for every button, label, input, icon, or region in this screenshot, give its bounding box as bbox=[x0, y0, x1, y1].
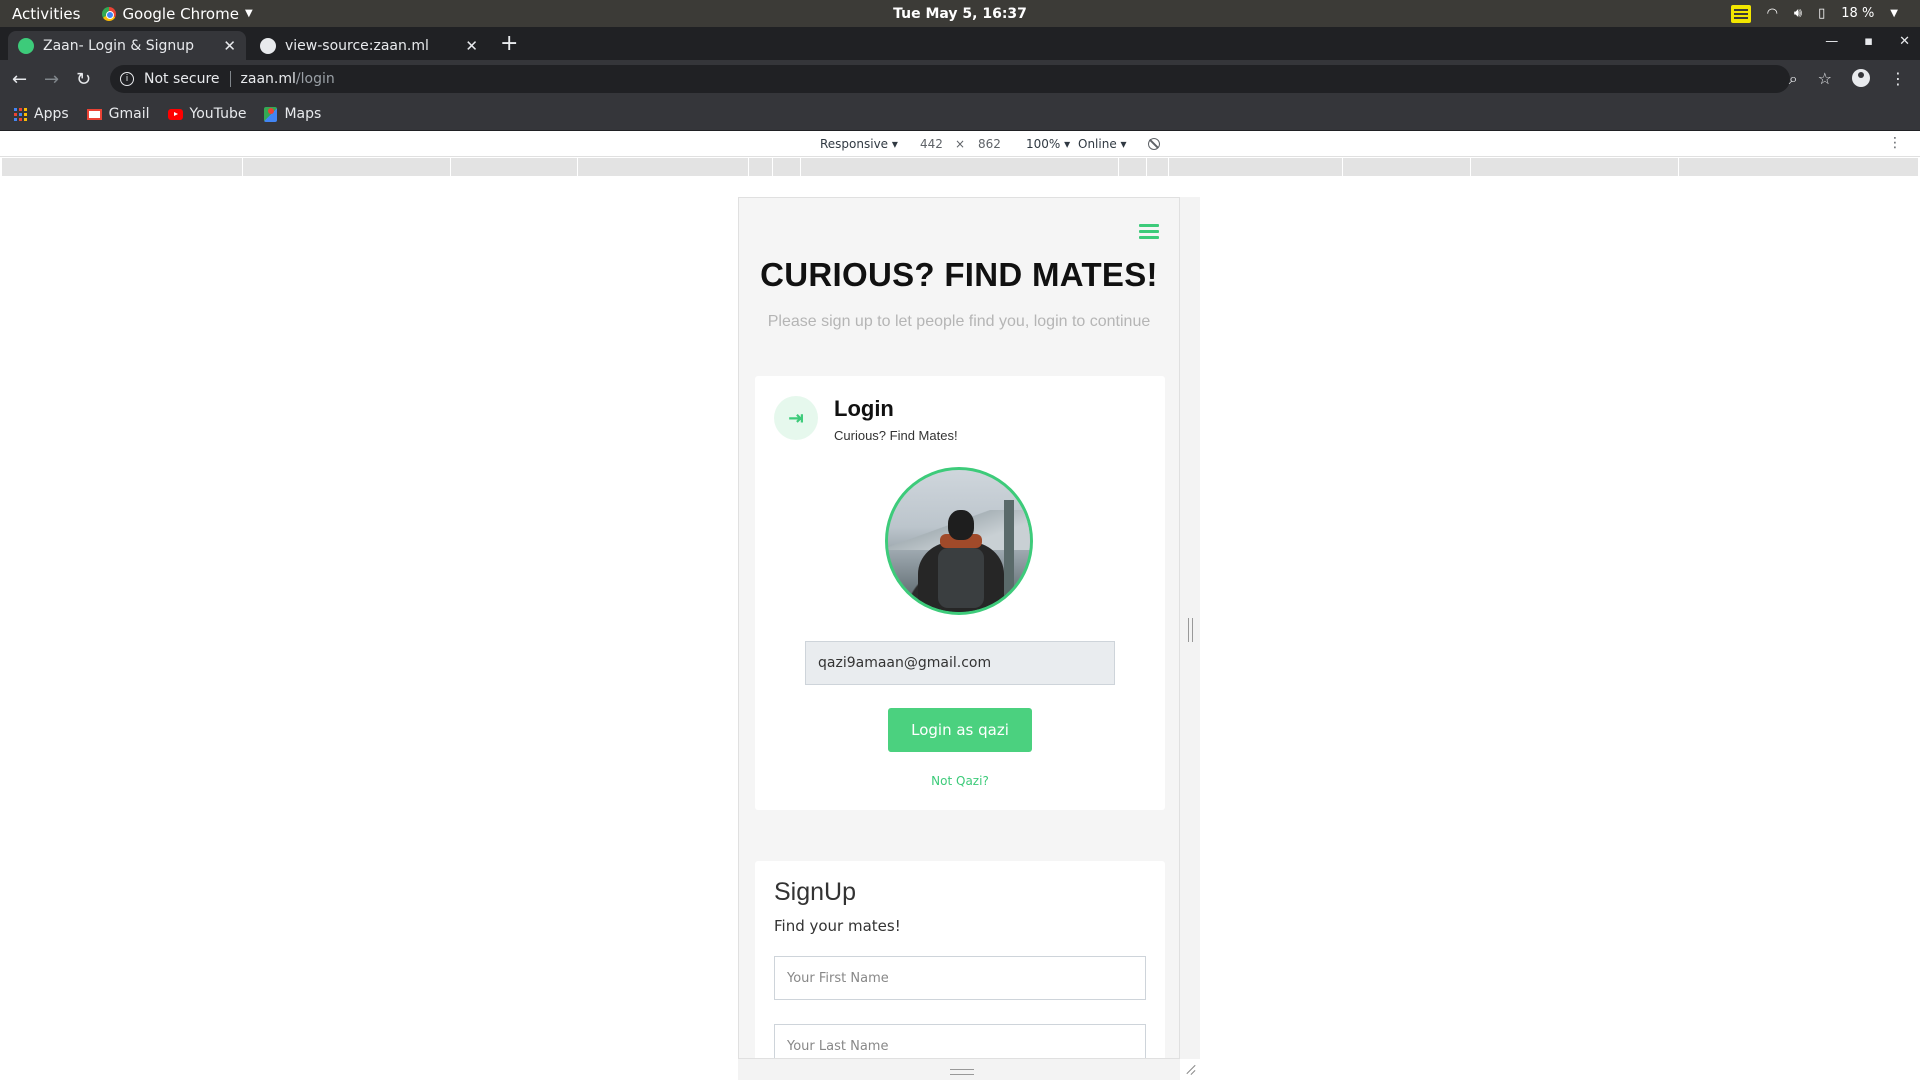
profile-avatar-icon[interactable] bbox=[1852, 69, 1870, 87]
resize-handle-right[interactable] bbox=[1188, 618, 1193, 642]
zoom-select[interactable]: 100% ▾ bbox=[1026, 137, 1070, 151]
emulated-page: CURIOUS? FIND MATES! Please sign up to l… bbox=[738, 197, 1180, 1059]
close-icon[interactable]: ✕ bbox=[223, 37, 236, 55]
login-subtitle: Curious? Find Mates! bbox=[834, 428, 958, 443]
bookmark-apps[interactable]: Apps bbox=[14, 106, 69, 122]
height-input[interactable]: 862 bbox=[978, 137, 1001, 151]
tab-zaan-login[interactable]: Zaan- Login & Signup ✕ bbox=[8, 31, 246, 60]
battery-level: 18 % bbox=[1841, 6, 1875, 21]
resize-handle-bottom[interactable] bbox=[738, 1059, 1180, 1080]
hamburger-menu-icon[interactable] bbox=[1139, 224, 1159, 239]
tab-title: Zaan- Login & Signup bbox=[43, 37, 195, 54]
bookmark-label: Gmail bbox=[108, 106, 150, 122]
bookmark-maps[interactable]: Maps bbox=[264, 106, 321, 122]
minimize-icon[interactable]: — bbox=[1825, 34, 1838, 49]
activities-button[interactable]: Activities bbox=[12, 5, 80, 23]
zoom-icon[interactable]: ⌕ bbox=[1789, 69, 1798, 89]
menu-kebab-icon[interactable]: ⋮ bbox=[1888, 135, 1902, 151]
signup-card: SignUp Find your mates! Your First Name … bbox=[755, 861, 1165, 1058]
app-menu[interactable]: Google Chrome ▼ bbox=[102, 4, 253, 23]
globe-icon bbox=[260, 37, 276, 54]
bookmarks-bar: Apps Gmail YouTube Maps bbox=[0, 98, 1920, 131]
tab-title: view-source:zaan.ml bbox=[285, 37, 429, 54]
email-field[interactable]: qazi9amaan@gmail.com bbox=[805, 641, 1115, 685]
divider bbox=[229, 71, 231, 87]
maps-icon bbox=[264, 106, 278, 122]
bookmark-label: YouTube bbox=[189, 106, 247, 122]
device-toolbar: Responsive ▾ 442 × 862 100% ▾ Online ▾ ⋮ bbox=[0, 131, 1920, 157]
media-query-ruler[interactable] bbox=[2, 158, 1918, 176]
bookmark-label: Apps bbox=[34, 106, 69, 122]
new-tab-button[interactable]: + bbox=[500, 31, 518, 56]
bookmark-youtube[interactable]: YouTube bbox=[167, 106, 247, 122]
chevron-down-icon: ▼ bbox=[244, 8, 253, 19]
login-enter-icon: ⇥ bbox=[774, 396, 818, 440]
login-title: Login bbox=[834, 396, 894, 421]
tab-view-source[interactable]: view-source:zaan.ml ✕ bbox=[250, 31, 488, 60]
forward-arrow-icon[interactable]: → bbox=[44, 69, 59, 90]
security-label: Not secure bbox=[144, 71, 220, 87]
gmail-icon bbox=[86, 108, 102, 120]
volume-icon: 🔊︎ bbox=[1793, 6, 1803, 21]
resize-handle-corner[interactable] bbox=[1184, 1064, 1196, 1076]
url-path: /login bbox=[295, 71, 335, 87]
bookmark-star-icon[interactable]: ☆ bbox=[1818, 69, 1832, 89]
chevron-down-icon: ▼ bbox=[1890, 8, 1898, 19]
signup-title: SignUp bbox=[774, 878, 856, 906]
device-select[interactable]: Responsive ▾ bbox=[820, 137, 898, 151]
zaan-favicon-icon bbox=[18, 37, 34, 54]
browser-toolbar: ← → ↻ i Not secure zaan.ml /login ⌕ ☆ ⋮ bbox=[0, 60, 1920, 98]
address-bar[interactable]: i Not secure zaan.ml /login bbox=[110, 65, 1790, 93]
wifi-icon: ◠ bbox=[1766, 6, 1778, 21]
hero-title: CURIOUS? FIND MATES! bbox=[760, 256, 1158, 293]
battery-icon: ▯ bbox=[1818, 6, 1826, 21]
network-select[interactable]: Online ▾ bbox=[1078, 137, 1127, 151]
clock[interactable]: Tue May 5, 16:37 bbox=[893, 6, 1027, 22]
chrome-icon bbox=[102, 6, 117, 21]
close-icon[interactable]: ✕ bbox=[465, 37, 478, 55]
notes-icon[interactable] bbox=[1730, 4, 1751, 23]
maximize-icon[interactable]: ▪ bbox=[1864, 34, 1873, 49]
profile-photo bbox=[885, 467, 1033, 615]
hero-subtitle: Please sign up to let people find you, l… bbox=[767, 313, 1151, 330]
system-top-bar: Activities Google Chrome ▼ Tue May 5, 16… bbox=[0, 0, 1920, 27]
width-input[interactable]: 442 bbox=[920, 137, 943, 151]
bookmark-label: Maps bbox=[284, 106, 322, 122]
last-name-input[interactable]: Your Last Name bbox=[774, 1024, 1146, 1058]
menu-kebab-icon[interactable]: ⋮ bbox=[1890, 69, 1906, 89]
reload-icon[interactable]: ↻ bbox=[76, 69, 91, 90]
youtube-icon bbox=[167, 108, 183, 120]
signup-subtitle: Find your mates! bbox=[774, 917, 901, 935]
close-window-icon[interactable]: ✕ bbox=[1899, 34, 1910, 49]
login-card: ⇥ Login Curious? Find Mates! qazi9amaan@… bbox=[755, 376, 1165, 810]
back-arrow-icon[interactable]: ← bbox=[12, 69, 27, 90]
apps-grid-icon bbox=[14, 107, 27, 121]
url-domain: zaan.ml bbox=[240, 71, 296, 87]
toolbar-actions: ⌕ ☆ ⋮ bbox=[1789, 69, 1906, 89]
login-button[interactable]: Login as qazi bbox=[888, 708, 1032, 752]
dimension-separator: × bbox=[955, 137, 966, 151]
not-user-link[interactable]: Not Qazi? bbox=[755, 774, 1165, 788]
first-name-input[interactable]: Your First Name bbox=[774, 956, 1146, 1000]
window-controls: — ▪ ✕ bbox=[1825, 34, 1910, 49]
info-icon[interactable]: i bbox=[120, 72, 134, 86]
system-tray[interactable]: ◠ 🔊︎ ▯ 18 % ▼ bbox=[1730, 4, 1898, 23]
bookmark-gmail[interactable]: Gmail bbox=[86, 106, 150, 122]
app-name: Google Chrome bbox=[122, 4, 239, 23]
block-icon[interactable] bbox=[1148, 138, 1160, 150]
tab-strip: Zaan- Login & Signup ✕ view-source:zaan.… bbox=[0, 27, 1920, 60]
